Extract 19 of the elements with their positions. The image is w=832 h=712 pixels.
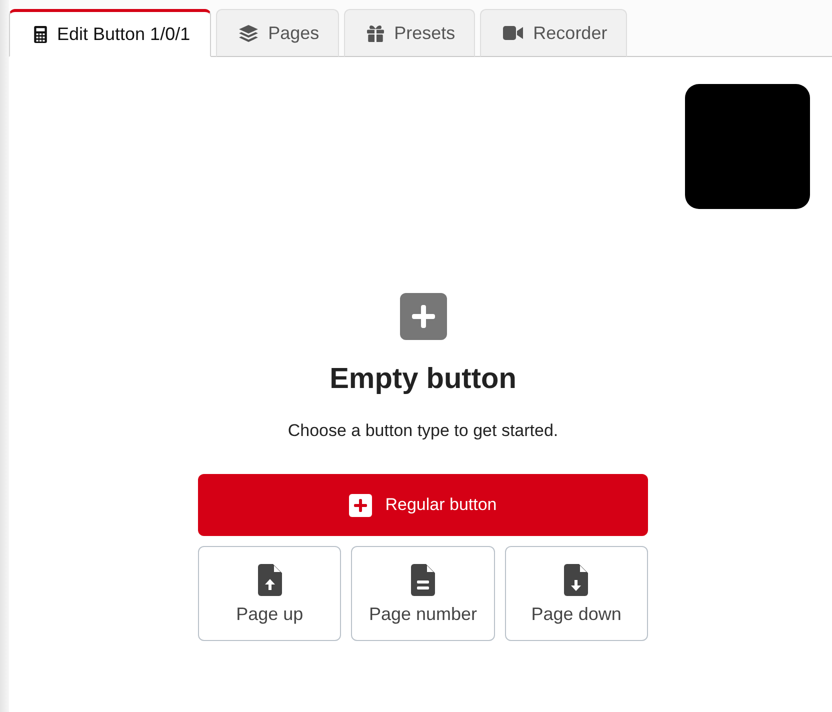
file-lines-icon: [410, 564, 435, 596]
tab[interactable]: Presets: [344, 9, 476, 57]
layers-icon: [239, 24, 258, 42]
empty-state-description: Choose a button type to get started.: [288, 420, 558, 442]
tab[interactable]: Edit Button 1/0/1: [9, 9, 212, 57]
tab[interactable]: Pages: [216, 9, 340, 57]
video-camera-icon: [503, 26, 524, 40]
button-type-option[interactable]: Page number: [351, 546, 495, 641]
button-type-option[interactable]: Page down: [504, 546, 648, 641]
button-type-option[interactable]: Page up: [198, 546, 342, 641]
plus-square-icon: [349, 494, 372, 516]
gift-icon: [367, 24, 384, 42]
calculator-icon: [34, 26, 47, 42]
empty-state-title: Empty button: [330, 362, 516, 397]
file-arrow-down-icon: [564, 564, 588, 596]
file-arrow-up-icon: [258, 564, 282, 596]
tab[interactable]: Recorder: [480, 9, 628, 57]
regular-button[interactable]: Regular button: [198, 474, 648, 536]
plus-square-icon: [400, 293, 446, 340]
